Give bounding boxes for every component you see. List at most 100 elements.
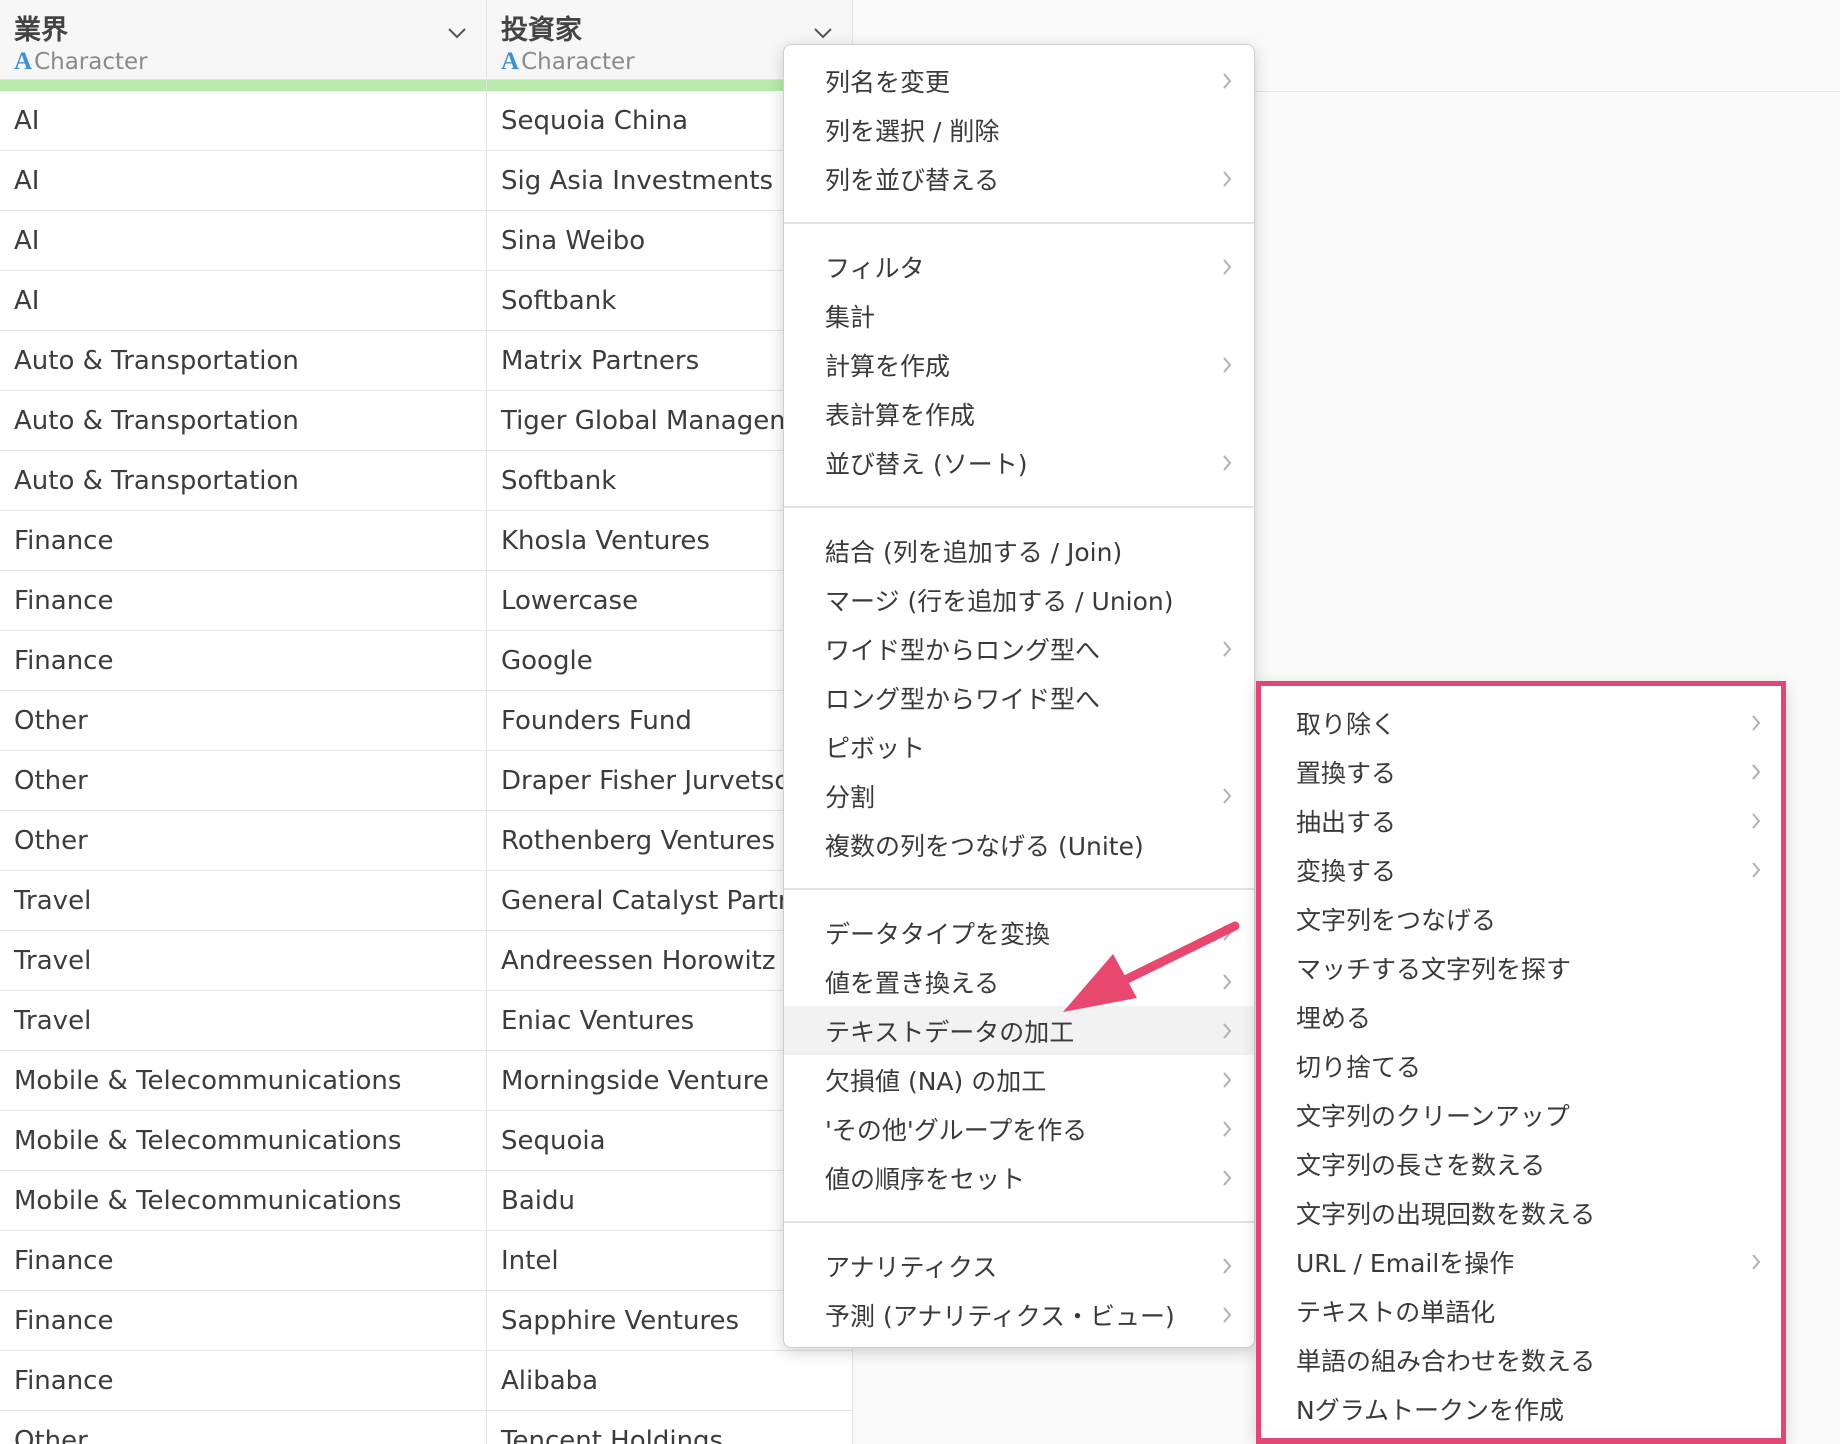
menu-item-label: 集計 — [825, 302, 876, 332]
menu-item[interactable]: 値の順序をセット — [784, 1153, 1254, 1202]
table-cell[interactable]: AI — [0, 151, 486, 211]
menu-item[interactable]: マージ (行を追加する / Union) — [784, 575, 1254, 624]
submenu-item-label: 文字列のクリーンアップ — [1296, 1101, 1570, 1131]
table-cell[interactable]: Other — [0, 691, 486, 751]
submenu-item-label: 取り除く — [1296, 709, 1397, 739]
submenu-arrow-icon — [1223, 171, 1232, 187]
menu-item-label: ピボット — [825, 733, 926, 763]
submenu-arrow-icon — [1752, 764, 1761, 780]
table-cell[interactable]: Finance — [0, 1351, 486, 1411]
submenu-item[interactable]: URL / Emailを操作 — [1261, 1237, 1781, 1286]
table-cell[interactable]: AI — [0, 91, 486, 151]
submenu-arrow-icon — [1223, 1258, 1232, 1274]
menu-item-label: 複数の列をつなげる (Unite) — [825, 831, 1144, 861]
submenu-item[interactable]: 文字列をつなげる — [1261, 894, 1781, 943]
menu-item-label: 計算を作成 — [825, 351, 951, 381]
menu-item[interactable]: 結合 (列を追加する / Join) — [784, 526, 1254, 575]
submenu-item[interactable]: 置換する — [1261, 747, 1781, 796]
column-type-label: Character — [521, 49, 635, 75]
submenu-item[interactable]: テキストの単語化 — [1261, 1286, 1781, 1335]
menu-item[interactable]: ワイド型からロング型へ — [784, 624, 1254, 673]
table-cell[interactable]: Alibaba — [487, 1351, 852, 1411]
submenu-item[interactable]: 単語の組み合わせを数える — [1261, 1335, 1781, 1384]
menu-item[interactable]: 集計 — [784, 291, 1254, 340]
menu-item[interactable]: 列名を変更 — [784, 56, 1254, 105]
menu-item[interactable]: 欠損値 (NA) の加工 — [784, 1055, 1254, 1104]
submenu-item-label: URL / Emailを操作 — [1296, 1248, 1515, 1278]
submenu-item-label: Nグラムトークンを作成 — [1296, 1395, 1564, 1425]
menu-item[interactable]: 列を選択 / 削除 — [784, 105, 1254, 154]
chevron-down-icon[interactable] — [446, 22, 468, 44]
submenu-item[interactable]: 文字列のクリーンアップ — [1261, 1090, 1781, 1139]
table-cell[interactable]: Finance — [0, 631, 486, 691]
submenu-item[interactable]: 埋める — [1261, 992, 1781, 1041]
table-cell[interactable]: Travel — [0, 931, 486, 991]
column-type: ACharacter — [501, 48, 635, 76]
menu-item-label: 値の順序をセット — [825, 1164, 1026, 1194]
table-cell[interactable]: AI — [0, 271, 486, 331]
submenu-item[interactable]: 文字列の長さを数える — [1261, 1139, 1781, 1188]
menu-item-label: 列を選択 / 削除 — [825, 116, 1000, 146]
submenu-item[interactable]: 抽出する — [1261, 796, 1781, 845]
menu-item[interactable]: 複数の列をつなげる (Unite) — [784, 820, 1254, 869]
table-cell[interactable]: Other — [0, 1411, 486, 1444]
table-cell[interactable]: Finance — [0, 1291, 486, 1351]
menu-item-label: 並び替え (ソート) — [825, 449, 1028, 479]
table-cell[interactable]: Mobile & Telecommunications — [0, 1051, 486, 1111]
menu-item[interactable]: アナリティクス — [784, 1241, 1254, 1290]
submenu-arrow-icon — [1752, 862, 1761, 878]
submenu-item[interactable]: 切り捨てる — [1261, 1041, 1781, 1090]
table-cell[interactable]: Tencent Holdings — [487, 1411, 852, 1444]
submenu-item[interactable]: 文字列の出現回数を数える — [1261, 1188, 1781, 1237]
table-cell[interactable]: Auto & Transportation — [0, 391, 486, 451]
pointer-arrow-annotation — [1063, 921, 1240, 1012]
menu-item[interactable]: 'その他'グループを作る — [784, 1104, 1254, 1153]
column-header[interactable]: 業界 ACharacter — [0, 0, 486, 80]
table-cell[interactable]: AI — [0, 211, 486, 271]
submenu-item-label: 単語の組み合わせを数える — [1296, 1346, 1596, 1376]
table-cell[interactable]: Other — [0, 811, 486, 871]
menu-item[interactable]: 表計算を作成 — [784, 389, 1254, 438]
submenu-arrow-icon — [1223, 1072, 1232, 1088]
submenu-item[interactable]: 単語をステミング — [1261, 1433, 1781, 1438]
character-type-icon: A — [14, 48, 33, 75]
menu-separator — [784, 222, 1254, 224]
menu-item[interactable]: ピボット — [784, 722, 1254, 771]
menu-item[interactable]: ロング型からワイド型へ — [784, 673, 1254, 722]
submenu-item[interactable]: 変換する — [1261, 845, 1781, 894]
submenu-item[interactable]: 取り除く — [1261, 698, 1781, 747]
table-cell[interactable]: Auto & Transportation — [0, 331, 486, 391]
submenu-item[interactable]: マッチする文字列を探す — [1261, 943, 1781, 992]
submenu-item-label: 置換する — [1296, 758, 1397, 788]
submenu-item[interactable]: Nグラムトークンを作成 — [1261, 1384, 1781, 1433]
menu-item[interactable]: 予測 (アナリティクス・ビュー) — [784, 1290, 1254, 1339]
menu-item-label: マージ (行を追加する / Union) — [825, 586, 1174, 616]
table-cell[interactable]: Mobile & Telecommunications — [0, 1111, 486, 1171]
table-cell[interactable]: Travel — [0, 991, 486, 1051]
submenu-arrow-icon — [1223, 641, 1232, 657]
submenu-arrow-icon — [1223, 1023, 1232, 1039]
table-cell[interactable]: Auto & Transportation — [0, 451, 486, 511]
submenu-arrow-icon — [1223, 788, 1232, 804]
table-cell[interactable]: Travel — [0, 871, 486, 931]
submenu-item-label: テキストの単語化 — [1296, 1297, 1496, 1327]
submenu-item-label: 文字列の長さを数える — [1296, 1150, 1546, 1180]
menu-item-label: アナリティクス — [825, 1252, 998, 1282]
chevron-down-icon[interactable] — [812, 22, 834, 44]
table-cell[interactable]: Finance — [0, 1231, 486, 1291]
table-cell[interactable]: Other — [0, 751, 486, 811]
menu-item[interactable]: 分割 — [784, 771, 1254, 820]
menu-item[interactable]: 列を並び替える — [784, 154, 1254, 203]
table-cell[interactable]: Finance — [0, 511, 486, 571]
menu-item-label: 値を置き換える — [825, 968, 1000, 998]
submenu-arrow-icon — [1223, 1307, 1232, 1323]
submenu-item-label: 切り捨てる — [1296, 1052, 1422, 1082]
menu-separator — [784, 506, 1254, 508]
column-type: ACharacter — [14, 48, 148, 76]
table-cell[interactable]: Mobile & Telecommunications — [0, 1171, 486, 1231]
menu-item[interactable]: 計算を作成 — [784, 340, 1254, 389]
table-cell[interactable]: Finance — [0, 571, 486, 631]
menu-item-label: 分割 — [825, 782, 876, 812]
menu-item[interactable]: 並び替え (ソート) — [784, 438, 1254, 487]
menu-item[interactable]: フィルタ — [784, 242, 1254, 291]
